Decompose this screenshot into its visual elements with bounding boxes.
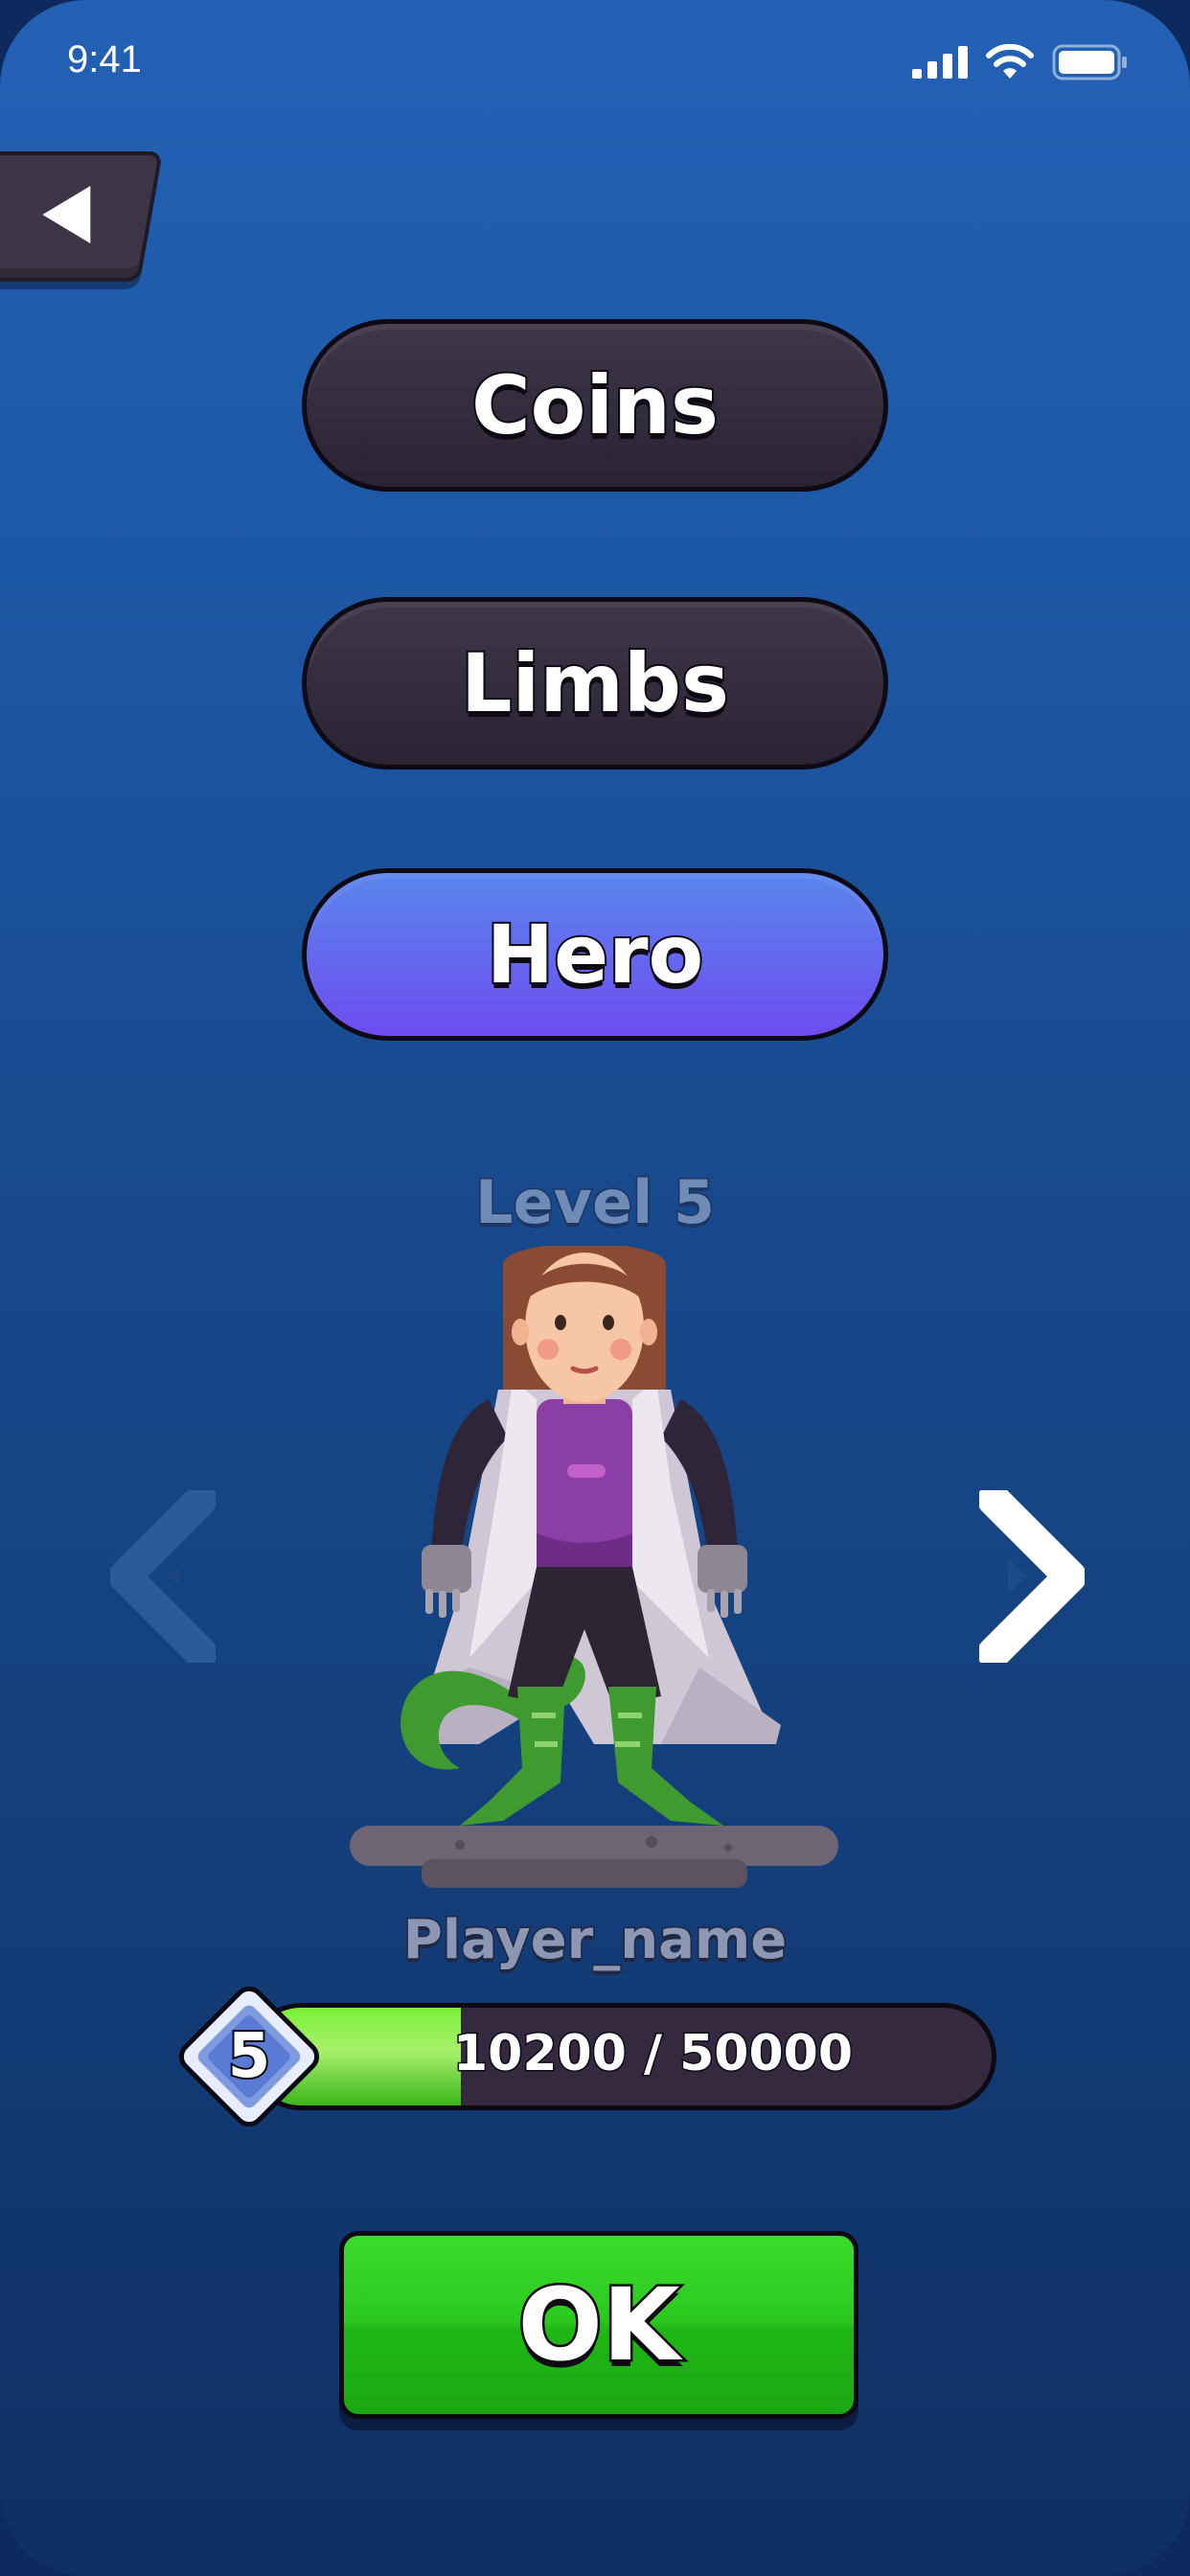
xp-progress-text: 10200 / 50000 — [451, 2024, 854, 2084]
hero-tab-button[interactable]: Hero — [302, 868, 888, 1041]
limbs-tab-label: Limbs — [459, 634, 731, 732]
xp-progress-bar: 10200 / 50000 — [247, 2003, 996, 2110]
next-hero-arrow-icon[interactable] — [979, 1490, 1085, 1663]
level-badge: 5 — [163, 1970, 335, 2143]
ok-button-label: OK — [515, 2265, 682, 2386]
level-badge-number: 5 — [226, 2019, 273, 2094]
hero-tab-label: Hero — [485, 906, 705, 1003]
ok-button[interactable]: OK — [339, 2231, 858, 2419]
hero-character-image — [350, 1246, 838, 1888]
status-time: 9:41 — [67, 38, 142, 80]
status-icons — [912, 44, 1129, 80]
wifi-icon — [986, 44, 1034, 79]
hero-level-label: Level 5 — [474, 1166, 717, 1239]
battery-icon — [1052, 44, 1127, 80]
coins-tab-button[interactable]: Coins — [302, 319, 888, 492]
player-name: Player_name — [401, 1908, 788, 1973]
limbs-tab-button[interactable]: Limbs — [302, 597, 888, 770]
screen: 9:41 Coins Limbs Hero Level 5 Player_nam… — [0, 0, 1190, 2576]
back-arrow-icon — [42, 186, 91, 243]
back-button[interactable] — [0, 151, 163, 282]
previous-hero-arrow-icon[interactable] — [110, 1490, 216, 1663]
signal-icon — [912, 46, 968, 79]
coins-tab-label: Coins — [469, 356, 721, 454]
